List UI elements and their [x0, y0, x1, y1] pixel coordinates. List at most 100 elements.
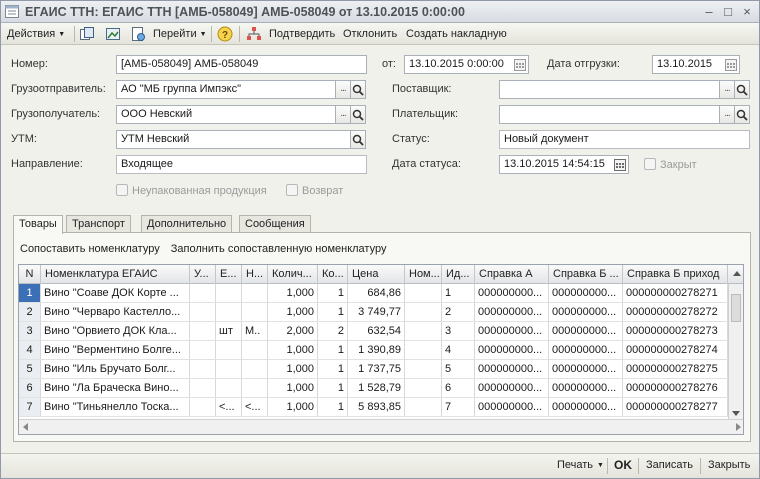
- table-cell[interactable]: 000000000278276: [623, 379, 728, 397]
- column-header[interactable]: Ко...: [318, 265, 348, 284]
- utm-field[interactable]: УТМ Невский: [116, 130, 351, 149]
- table-row[interactable]: 7 Вино "Тиньянелло Тоска... <... <... 1,000 1…: [19, 398, 728, 417]
- table-cell[interactable]: Вино "Верментино Болге...: [41, 341, 190, 359]
- chevron-right-icon[interactable]: [736, 423, 741, 431]
- table-cell[interactable]: 1: [442, 284, 475, 302]
- table-cell[interactable]: 000000000278272: [623, 303, 728, 321]
- table-cell[interactable]: Вино "Тиньянелло Тоска...: [41, 398, 190, 416]
- calendar-icon[interactable]: [724, 57, 738, 72]
- table-cell[interactable]: 000000000...: [549, 398, 623, 416]
- search-icon[interactable]: [734, 80, 750, 99]
- table-cell[interactable]: [405, 322, 442, 340]
- table-cell[interactable]: 1 390,89: [348, 341, 405, 359]
- column-header[interactable]: Колич...: [268, 265, 318, 284]
- match-nomenclature-button[interactable]: Сопоставить номенклатуру: [20, 243, 160, 255]
- table-cell[interactable]: [242, 303, 268, 321]
- confirm-button[interactable]: Подтвердить: [269, 25, 335, 43]
- table-row[interactable]: 2 Вино "Черваро Кастелло... 1,000 1 3 749,77…: [19, 303, 728, 322]
- table-cell[interactable]: Вино "Соаве ДОК Корте ...: [41, 284, 190, 302]
- table-cell[interactable]: 1,000: [268, 303, 318, 321]
- tab-goods[interactable]: Товары: [13, 215, 63, 234]
- table-cell[interactable]: 3: [19, 322, 41, 340]
- column-header[interactable]: Номенклатура ЕГАИС: [41, 265, 190, 284]
- table-cell[interactable]: <...: [216, 398, 242, 416]
- table-cell[interactable]: 000000000...: [475, 341, 549, 359]
- chevron-down-icon[interactable]: [732, 411, 740, 416]
- column-header[interactable]: Справка Б приход: [623, 265, 728, 284]
- table-cell[interactable]: 000000000278271: [623, 284, 728, 302]
- horizontal-scrollbar[interactable]: [19, 419, 743, 434]
- return-checkbox[interactable]: Возврат: [286, 184, 343, 198]
- column-header[interactable]: Справка Б ...: [549, 265, 623, 284]
- table-cell[interactable]: 1,000: [268, 379, 318, 397]
- table-cell[interactable]: 1: [19, 284, 41, 302]
- table-cell[interactable]: Вино "Ла Браческа Вино...: [41, 379, 190, 397]
- table-cell[interactable]: 6: [442, 379, 475, 397]
- payer-select-button[interactable]: ...: [719, 105, 735, 124]
- table-cell[interactable]: [405, 341, 442, 359]
- number-field[interactable]: [АМБ-058049] АМБ-058049: [116, 55, 367, 74]
- document-refresh-icon[interactable]: [130, 26, 146, 42]
- payer-field[interactable]: [499, 105, 720, 124]
- table-cell[interactable]: 6: [19, 379, 41, 397]
- table-cell[interactable]: 000000000...: [549, 303, 623, 321]
- table-cell[interactable]: [216, 341, 242, 359]
- table-cell[interactable]: [190, 379, 216, 397]
- table-cell[interactable]: 1,000: [268, 341, 318, 359]
- table-cell[interactable]: 1: [318, 284, 348, 302]
- table-cell[interactable]: [242, 284, 268, 302]
- table-cell[interactable]: 2: [318, 322, 348, 340]
- table-cell[interactable]: шт: [216, 322, 242, 340]
- table-cell[interactable]: <...: [242, 398, 268, 416]
- table-cell[interactable]: [190, 322, 216, 340]
- calendar-icon[interactable]: [513, 57, 527, 72]
- table-cell[interactable]: [190, 341, 216, 359]
- table-cell[interactable]: 000000000...: [549, 341, 623, 359]
- title-bar[interactable]: ЕГАИС ТТН: ЕГАИС ТТН [АМБ-058049] АМБ-05…: [1, 1, 759, 23]
- supplier-field[interactable]: [499, 80, 720, 99]
- create-invoice-button[interactable]: Создать накладную: [406, 25, 507, 43]
- tab-transport[interactable]: Транспорт: [66, 215, 131, 233]
- table-cell[interactable]: 000000000278274: [623, 341, 728, 359]
- table-cell[interactable]: [216, 379, 242, 397]
- table-cell[interactable]: 5: [19, 360, 41, 378]
- status-date-field[interactable]: 13.10.2015 14:54:15: [499, 155, 629, 174]
- table-cell[interactable]: 000000000...: [475, 322, 549, 340]
- table-cell[interactable]: [242, 360, 268, 378]
- fill-matched-button[interactable]: Заполнить сопоставленную номенклатуру: [171, 243, 387, 255]
- close-icon[interactable]: ×: [739, 4, 755, 20]
- save-button[interactable]: Записать: [646, 459, 693, 471]
- actions-menu[interactable]: Действия ▼: [7, 25, 65, 43]
- table-row[interactable]: 6 Вино "Ла Браческа Вино... 1,000 1 1 528,79…: [19, 379, 728, 398]
- table-cell[interactable]: 000000000...: [549, 322, 623, 340]
- table-cell[interactable]: [190, 398, 216, 416]
- table-cell[interactable]: 1 737,75: [348, 360, 405, 378]
- chevron-up-icon[interactable]: [733, 271, 741, 276]
- goto-menu[interactable]: Перейти ▼: [153, 25, 207, 43]
- table-cell[interactable]: 000000000...: [475, 398, 549, 416]
- search-icon[interactable]: [350, 80, 366, 99]
- column-header[interactable]: Ном...: [405, 265, 442, 284]
- table-cell[interactable]: 5 893,85: [348, 398, 405, 416]
- table-cell[interactable]: 2: [19, 303, 41, 321]
- structure-icon[interactable]: [246, 26, 262, 42]
- table-cell[interactable]: 1: [318, 341, 348, 359]
- table-cell[interactable]: [190, 284, 216, 302]
- table-cell[interactable]: [242, 341, 268, 359]
- table-cell[interactable]: [405, 398, 442, 416]
- search-icon[interactable]: [734, 105, 750, 124]
- table-cell[interactable]: [216, 284, 242, 302]
- help-icon[interactable]: ?: [217, 26, 233, 42]
- table-cell[interactable]: 000000000...: [549, 360, 623, 378]
- ok-button[interactable]: OK: [614, 458, 632, 472]
- column-header[interactable]: Справка А: [475, 265, 549, 284]
- scroll-thumb[interactable]: [731, 294, 741, 322]
- table-cell[interactable]: М..: [242, 322, 268, 340]
- goods-table[interactable]: N Номенклатура ЕГАИС У... Е... Н... Коли…: [18, 264, 744, 435]
- table-cell[interactable]: Вино "Иль Бручато Болг...: [41, 360, 190, 378]
- tab-additional[interactable]: Дополнительно: [141, 215, 233, 233]
- table-cell[interactable]: [405, 360, 442, 378]
- table-cell[interactable]: 000000000...: [549, 379, 623, 397]
- unpacked-checkbox[interactable]: Неупакованная продукция: [116, 184, 267, 198]
- table-cell[interactable]: [216, 360, 242, 378]
